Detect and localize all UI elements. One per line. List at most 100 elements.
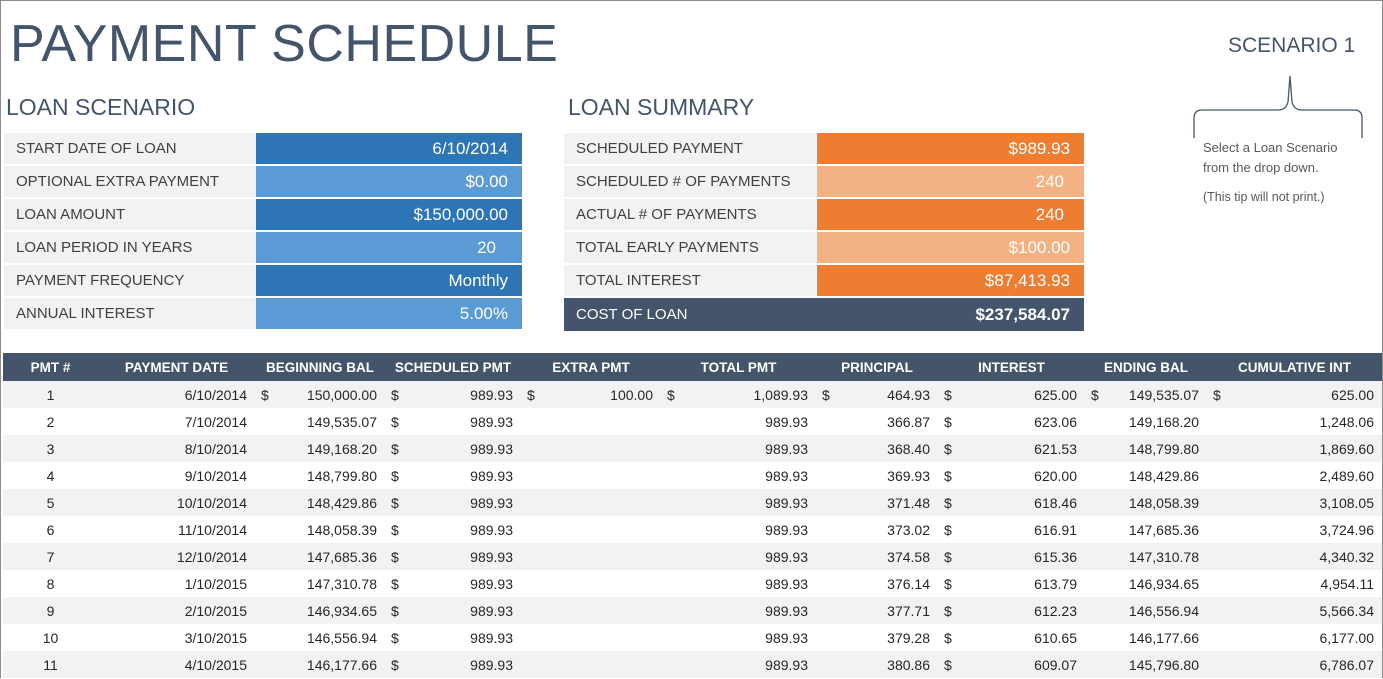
pmt-number-cell[interactable]: 7 [3, 543, 98, 570]
extra-pmt-cell[interactable] [521, 624, 661, 651]
total-pmt-cell[interactable]: 989.93 [661, 462, 816, 489]
scheduled-pmt-cell[interactable]: $989.93 [385, 435, 521, 462]
cumulative-int-cell[interactable]: 1,248.06 [1207, 408, 1382, 435]
extra-pmt-cell[interactable] [521, 435, 661, 462]
col-header-extra-pmt[interactable]: EXTRA PMT [521, 353, 661, 381]
loan-amount-input[interactable]: $150,000.00 [256, 199, 522, 230]
pmt-number-cell[interactable]: 1 [3, 381, 98, 408]
total-pmt-cell[interactable]: 989.93 [661, 570, 816, 597]
scheduled-pmt-cell[interactable]: $989.93 [385, 543, 521, 570]
payment-date-cell[interactable]: 12/10/2014 [98, 543, 255, 570]
interest-cell[interactable]: $616.91 [938, 516, 1085, 543]
scheduled-pmt-cell[interactable]: $989.93 [385, 597, 521, 624]
interest-cell[interactable]: $625.00 [938, 381, 1085, 408]
principal-cell[interactable]: 376.14 [816, 570, 938, 597]
start-date-input[interactable]: 6/10/2014 [256, 133, 522, 164]
payment-date-cell[interactable]: 2/10/2015 [98, 597, 255, 624]
beginning-bal-cell[interactable]: 147,310.78 [255, 570, 385, 597]
scheduled-pmt-cell[interactable]: $989.93 [385, 381, 521, 408]
ending-bal-cell[interactable]: 147,685.36 [1085, 516, 1207, 543]
interest-cell[interactable]: $612.23 [938, 597, 1085, 624]
cumulative-int-cell[interactable]: $625.00 [1207, 381, 1382, 408]
ending-bal-cell[interactable]: 145,796.80 [1085, 651, 1207, 678]
beginning-bal-cell[interactable]: 147,685.36 [255, 543, 385, 570]
cumulative-int-cell[interactable]: 1,869.60 [1207, 435, 1382, 462]
total-pmt-cell[interactable]: 989.93 [661, 597, 816, 624]
pmt-number-cell[interactable]: 8 [3, 570, 98, 597]
extra-pmt-cell[interactable]: $100.00 [521, 381, 661, 408]
pmt-number-cell[interactable]: 6 [3, 516, 98, 543]
scheduled-pmt-cell[interactable]: $989.93 [385, 489, 521, 516]
principal-cell[interactable]: 377.71 [816, 597, 938, 624]
extra-pmt-cell[interactable] [521, 462, 661, 489]
col-header-total-pmt[interactable]: TOTAL PMT [661, 353, 816, 381]
payment-frequency-select[interactable]: Monthly [256, 265, 522, 296]
col-header-ending-bal[interactable]: ENDING BAL [1085, 353, 1207, 381]
cumulative-int-cell[interactable]: 3,108.05 [1207, 489, 1382, 516]
total-pmt-cell[interactable]: 989.93 [661, 516, 816, 543]
beginning-bal-cell[interactable]: 148,799.80 [255, 462, 385, 489]
col-header-beginning-bal[interactable]: BEGINNING BAL [255, 353, 385, 381]
payment-date-cell[interactable]: 10/10/2014 [98, 489, 255, 516]
payment-date-cell[interactable]: 11/10/2014 [98, 516, 255, 543]
interest-cell[interactable]: $620.00 [938, 462, 1085, 489]
pmt-number-cell[interactable]: 3 [3, 435, 98, 462]
extra-pmt-cell[interactable] [521, 597, 661, 624]
scenario-selector[interactable]: SCENARIO 1 [1228, 34, 1355, 58]
col-header-payment-date[interactable]: PAYMENT DATE [98, 353, 255, 381]
pmt-number-cell[interactable]: 11 [3, 651, 98, 678]
payment-date-cell[interactable]: 4/10/2015 [98, 651, 255, 678]
cumulative-int-cell[interactable]: 4,954.11 [1207, 570, 1382, 597]
interest-cell[interactable]: $610.65 [938, 624, 1085, 651]
total-pmt-cell[interactable]: 989.93 [661, 624, 816, 651]
payment-date-cell[interactable]: 1/10/2015 [98, 570, 255, 597]
col-header-cumulative-int[interactable]: CUMULATIVE INT [1207, 353, 1382, 381]
extra-pmt-cell[interactable] [521, 489, 661, 516]
pmt-number-cell[interactable]: 9 [3, 597, 98, 624]
ending-bal-cell[interactable]: 146,934.65 [1085, 570, 1207, 597]
extra-pmt-cell[interactable] [521, 651, 661, 678]
beginning-bal-cell[interactable]: 149,535.07 [255, 408, 385, 435]
scheduled-pmt-cell[interactable]: $989.93 [385, 516, 521, 543]
cumulative-int-cell[interactable]: 6,177.00 [1207, 624, 1382, 651]
interest-cell[interactable]: $615.36 [938, 543, 1085, 570]
extra-pmt-cell[interactable] [521, 543, 661, 570]
col-header-principal[interactable]: PRINCIPAL [816, 353, 938, 381]
principal-cell[interactable]: 373.02 [816, 516, 938, 543]
beginning-bal-cell[interactable]: 146,177.66 [255, 651, 385, 678]
ending-bal-cell[interactable]: 148,799.80 [1085, 435, 1207, 462]
total-pmt-cell[interactable]: $1,089.93 [661, 381, 816, 408]
scheduled-pmt-cell[interactable]: $989.93 [385, 624, 521, 651]
interest-cell[interactable]: $621.53 [938, 435, 1085, 462]
extra-pmt-cell[interactable] [521, 408, 661, 435]
cumulative-int-cell[interactable]: 6,786.07 [1207, 651, 1382, 678]
payment-date-cell[interactable]: 3/10/2015 [98, 624, 255, 651]
col-header-pmt-number[interactable]: PMT # [3, 353, 98, 381]
col-header-interest[interactable]: INTEREST [938, 353, 1085, 381]
extra-pmt-cell[interactable] [521, 516, 661, 543]
total-pmt-cell[interactable]: 989.93 [661, 489, 816, 516]
cumulative-int-cell[interactable]: 5,566.34 [1207, 597, 1382, 624]
payment-date-cell[interactable]: 6/10/2014 [98, 381, 255, 408]
principal-cell[interactable]: 366.87 [816, 408, 938, 435]
beginning-bal-cell[interactable]: 148,058.39 [255, 516, 385, 543]
cumulative-int-cell[interactable]: 4,340.32 [1207, 543, 1382, 570]
ending-bal-cell[interactable]: 146,177.66 [1085, 624, 1207, 651]
total-pmt-cell[interactable]: 989.93 [661, 651, 816, 678]
beginning-bal-cell[interactable]: 146,556.94 [255, 624, 385, 651]
principal-cell[interactable]: $464.93 [816, 381, 938, 408]
loan-period-input[interactable]: 20 [256, 232, 522, 263]
pmt-number-cell[interactable]: 2 [3, 408, 98, 435]
interest-cell[interactable]: $609.07 [938, 651, 1085, 678]
extra-payment-input[interactable]: $0.00 [256, 166, 522, 197]
principal-cell[interactable]: 380.86 [816, 651, 938, 678]
pmt-number-cell[interactable]: 10 [3, 624, 98, 651]
cumulative-int-cell[interactable]: 3,724.96 [1207, 516, 1382, 543]
principal-cell[interactable]: 371.48 [816, 489, 938, 516]
beginning-bal-cell[interactable]: 149,168.20 [255, 435, 385, 462]
beginning-bal-cell[interactable]: 148,429.86 [255, 489, 385, 516]
ending-bal-cell[interactable]: 146,556.94 [1085, 597, 1207, 624]
ending-bal-cell[interactable]: 148,058.39 [1085, 489, 1207, 516]
beginning-bal-cell[interactable]: 146,934.65 [255, 597, 385, 624]
beginning-bal-cell[interactable]: $150,000.00 [255, 381, 385, 408]
